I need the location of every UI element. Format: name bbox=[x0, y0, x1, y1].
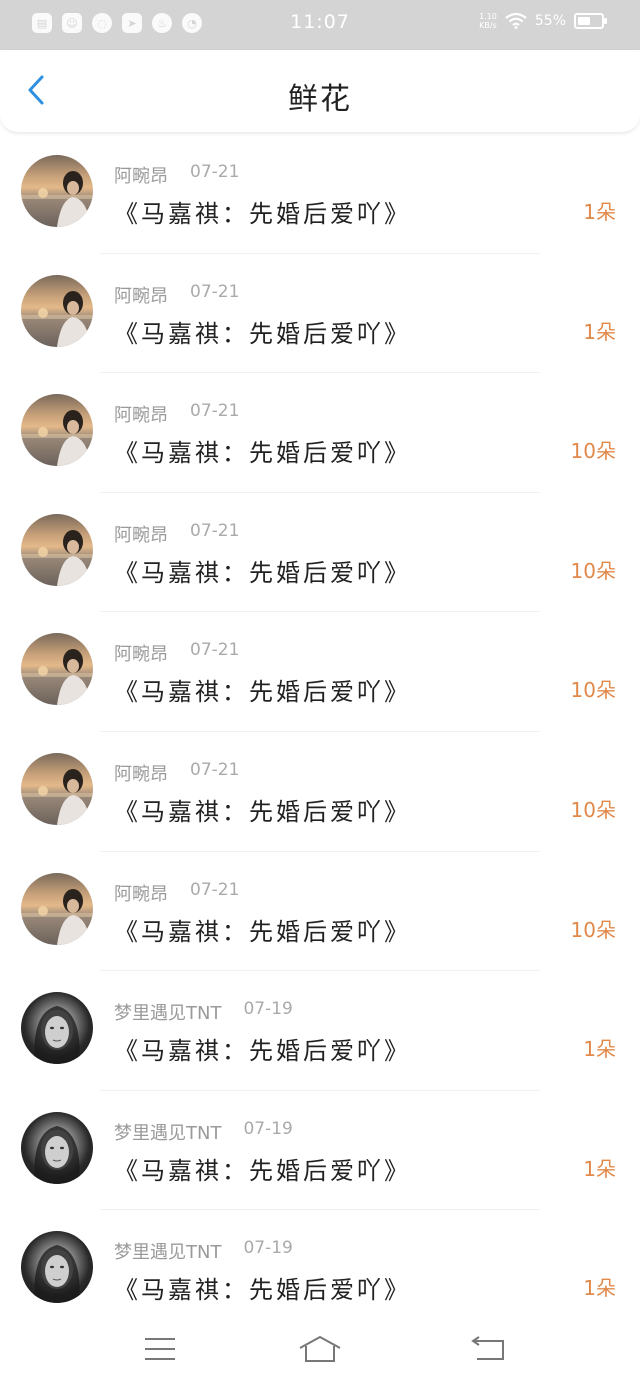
status-bar: ▤ ☺ ◌ ➤ ♨ ◔ 11:07 1.10 KB/s 55% bbox=[0, 0, 640, 50]
back-nav-button[interactable] bbox=[466, 1331, 510, 1367]
network-speed-value: 1.10 bbox=[479, 12, 497, 21]
home-icon bbox=[299, 1336, 341, 1362]
user-line: 梦里遇见TNT 07-19 bbox=[114, 1119, 293, 1145]
username[interactable]: 阿畹昂 bbox=[114, 282, 168, 308]
username[interactable]: 阿畹昂 bbox=[114, 640, 168, 666]
user-line: 阿畹昂 07-21 bbox=[114, 760, 239, 786]
header: 鲜花 bbox=[0, 50, 640, 133]
wifi-icon bbox=[505, 13, 527, 29]
user-line: 阿畹昂 07-21 bbox=[114, 640, 239, 666]
avatar[interactable] bbox=[21, 633, 93, 706]
user-line: 阿畹昂 07-21 bbox=[114, 162, 239, 188]
menu-button[interactable] bbox=[138, 1331, 182, 1367]
flower-count: 1朵 bbox=[583, 319, 616, 344]
book-title[interactable]: 《马嘉祺：先婚后爱吖》 bbox=[114, 1270, 411, 1305]
avatar[interactable] bbox=[21, 872, 93, 945]
system-nav-bar bbox=[0, 1315, 640, 1387]
flower-count: 10朵 bbox=[570, 439, 616, 464]
book-title[interactable]: 《马嘉祺：先婚后爱吖》 bbox=[114, 314, 411, 349]
book-title[interactable]: 《马嘉祺：先婚后爱吖》 bbox=[114, 912, 411, 947]
username[interactable]: 阿畹昂 bbox=[114, 760, 168, 786]
date: 07-21 bbox=[190, 759, 240, 780]
book-title[interactable]: 《马嘉祺：先婚后爱吖》 bbox=[114, 1151, 411, 1186]
list-item[interactable]: 阿畹昂 07-21 《马嘉祺：先婚后爱吖》 10朵 bbox=[0, 612, 640, 732]
menu-icon bbox=[145, 1338, 175, 1360]
date: 07-21 bbox=[190, 162, 240, 182]
home-button[interactable] bbox=[298, 1331, 342, 1367]
date: 07-19 bbox=[243, 999, 293, 1020]
user-line: 阿畹昂 07-21 bbox=[114, 521, 239, 547]
user-line: 阿畹昂 07-21 bbox=[114, 282, 239, 308]
username[interactable]: 阿畹昂 bbox=[114, 521, 168, 547]
flower-count: 1朵 bbox=[583, 1156, 616, 1181]
avatar[interactable] bbox=[21, 992, 93, 1065]
avatar[interactable] bbox=[21, 1231, 93, 1304]
flower-count: 10朵 bbox=[570, 917, 616, 942]
date: 07-21 bbox=[190, 879, 240, 900]
user-line: 梦里遇见TNT 07-19 bbox=[114, 999, 293, 1025]
book-title[interactable]: 《马嘉祺：先婚后爱吖》 bbox=[114, 1031, 411, 1066]
username[interactable]: 阿畹昂 bbox=[114, 880, 168, 906]
flower-count: 1朵 bbox=[583, 1037, 616, 1062]
user-line: 阿畹昂 07-21 bbox=[114, 401, 239, 427]
list-item[interactable]: 阿畹昂 07-21 《马嘉祺：先婚后爱吖》 10朵 bbox=[0, 373, 640, 493]
date: 07-19 bbox=[243, 1238, 293, 1259]
list-item[interactable]: 梦里遇见TNT 07-19 《马嘉祺：先婚后爱吖》 1朵 bbox=[0, 1091, 640, 1211]
username[interactable]: 梦里遇见TNT bbox=[114, 1119, 221, 1145]
book-title[interactable]: 《马嘉祺：先婚后爱吖》 bbox=[114, 433, 411, 468]
list-item[interactable]: 阿畹昂 07-21 《马嘉祺：先婚后爱吖》 10朵 bbox=[0, 732, 640, 852]
list-item[interactable]: 梦里遇见TNT 07-19 《马嘉祺：先婚后爱吖》 1朵 bbox=[0, 1210, 640, 1330]
flower-count: 10朵 bbox=[570, 558, 616, 583]
book-title[interactable]: 《马嘉祺：先婚后爱吖》 bbox=[114, 792, 411, 827]
network-speed-unit: KB/s bbox=[479, 21, 497, 30]
date: 07-19 bbox=[243, 1118, 293, 1139]
flower-count: 1朵 bbox=[583, 1276, 616, 1301]
flower-list: 阿畹昂 07-21 《马嘉祺：先婚后爱吖》 1朵 阿畹昂 07-21 《马嘉祺：先婚后爱吖》… bbox=[0, 134, 640, 1330]
user-line: 阿畹昂 07-21 bbox=[114, 880, 239, 906]
book-title[interactable]: 《马嘉祺：先婚后爱吖》 bbox=[114, 672, 411, 707]
avatar[interactable] bbox=[21, 1111, 93, 1184]
flower-count: 10朵 bbox=[570, 797, 616, 822]
avatar[interactable] bbox=[21, 155, 93, 227]
list-item[interactable]: 阿畹昂 07-21 《马嘉祺：先婚后爱吖》 1朵 bbox=[0, 254, 640, 374]
date: 07-21 bbox=[190, 281, 240, 302]
avatar[interactable] bbox=[21, 513, 93, 586]
flower-count: 10朵 bbox=[570, 678, 616, 703]
battery-percent: 55% bbox=[534, 13, 566, 29]
username[interactable]: 阿畹昂 bbox=[114, 162, 168, 188]
user-line: 梦里遇见TNT 07-19 bbox=[114, 1238, 293, 1264]
avatar[interactable] bbox=[21, 394, 93, 467]
back-icon bbox=[471, 1336, 504, 1360]
date: 07-21 bbox=[190, 520, 240, 541]
page-title: 鲜花 bbox=[288, 82, 352, 117]
list-item[interactable]: 阿畹昂 07-21 《马嘉祺：先婚后爱吖》 1朵 bbox=[0, 134, 640, 254]
username[interactable]: 阿畹昂 bbox=[114, 401, 168, 427]
date: 07-21 bbox=[190, 640, 240, 661]
list-item[interactable]: 梦里遇见TNT 07-19 《马嘉祺：先婚后爱吖》 1朵 bbox=[0, 971, 640, 1091]
avatar[interactable] bbox=[21, 752, 93, 825]
date: 07-21 bbox=[190, 401, 240, 422]
list-item[interactable]: 阿畹昂 07-21 《马嘉祺：先婚后爱吖》 10朵 bbox=[0, 852, 640, 972]
list-item[interactable]: 阿畹昂 07-21 《马嘉祺：先婚后爱吖》 10朵 bbox=[0, 493, 640, 613]
username[interactable]: 梦里遇见TNT bbox=[114, 999, 221, 1025]
username[interactable]: 梦里遇见TNT bbox=[114, 1238, 221, 1264]
battery-icon bbox=[574, 13, 607, 29]
book-title[interactable]: 《马嘉祺：先婚后爱吖》 bbox=[114, 553, 411, 588]
avatar[interactable] bbox=[21, 274, 93, 347]
flower-count: 1朵 bbox=[583, 200, 616, 224]
network-speed: 1.10 KB/s bbox=[479, 12, 497, 30]
book-title[interactable]: 《马嘉祺：先婚后爱吖》 bbox=[114, 194, 411, 229]
